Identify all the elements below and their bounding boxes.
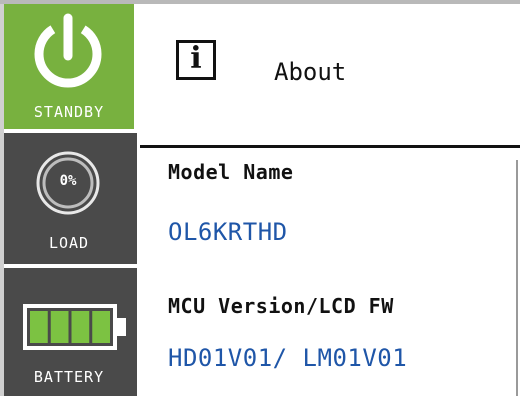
battery-button[interactable]: BATTERY [4, 268, 137, 396]
mcu-version-label: MCU Version/LCD FW [168, 294, 394, 318]
battery-cell [30, 311, 48, 343]
model-name-label: Model Name [168, 160, 294, 184]
info-icon: i [176, 40, 216, 80]
load-button[interactable]: 0% LOAD [4, 133, 137, 264]
standby-label: STANDBY [33, 103, 105, 121]
sidebar: STANDBY 0% LOAD BATTERY [4, 4, 137, 396]
battery-label: BATTERY [33, 368, 105, 386]
load-percent: 0% [59, 173, 77, 189]
standby-button[interactable]: STANDBY [4, 4, 137, 129]
page-title: About [274, 58, 347, 86]
scroll-track [516, 160, 518, 396]
battery-cell [50, 311, 69, 343]
header-divider [140, 145, 520, 148]
about-panel: i About Model Name OL6KRTHD MCU Version/… [140, 4, 520, 396]
battery-cell [71, 311, 90, 343]
load-label: LOAD [48, 234, 90, 252]
model-name-value: OL6KRTHD [168, 218, 288, 246]
mcu-version-value: HD01V01/ LM01V01 [168, 344, 408, 372]
battery-cell [92, 311, 110, 343]
